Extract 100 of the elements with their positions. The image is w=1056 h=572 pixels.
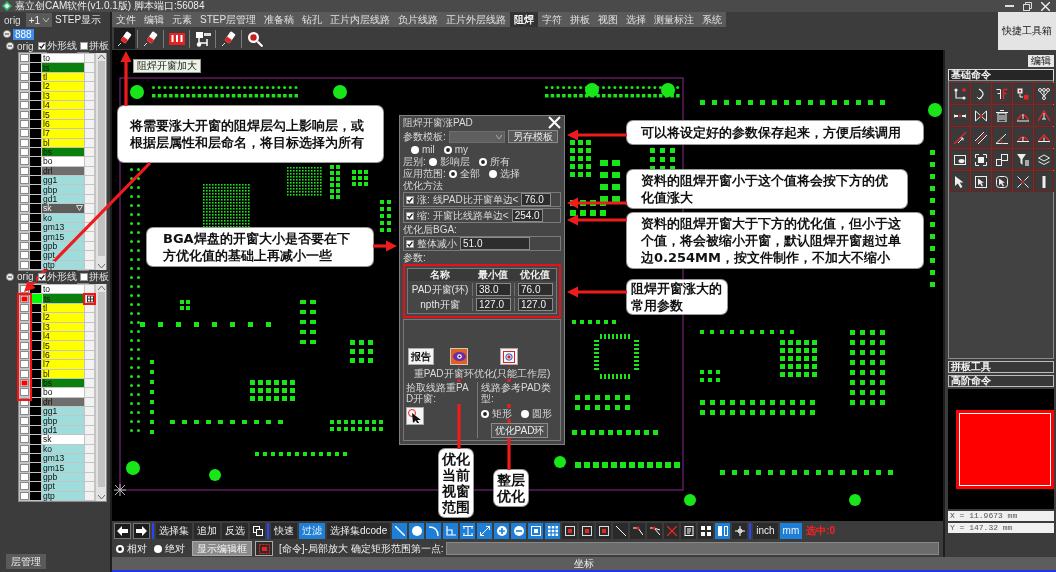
tool-button[interactable]: [579, 522, 595, 539]
tool-button[interactable]: [114, 28, 135, 49]
layer-checkbox[interactable]: [20, 482, 29, 491]
layer-cell[interactable]: l7: [42, 360, 84, 369]
command-button[interactable]: [971, 171, 991, 192]
menu-item[interactable]: 测量标注: [650, 12, 699, 27]
layer-cell[interactable]: ko: [42, 444, 84, 453]
layer-cell[interactable]: tl: [42, 72, 84, 82]
layer-checkbox[interactable]: [20, 379, 29, 388]
layer-checkbox[interactable]: [20, 251, 29, 260]
radio-button[interactable]: [478, 157, 487, 166]
checkbox[interactable]: [79, 273, 88, 281]
section-header[interactable]: 拼板工具: [948, 361, 1054, 373]
layer-cell[interactable]: gg1: [42, 176, 84, 185]
layer-checkbox[interactable]: [20, 232, 29, 241]
checkbox[interactable]: [406, 195, 414, 204]
layer-checkbox[interactable]: [20, 91, 29, 100]
command-button[interactable]: [992, 83, 1012, 104]
select-button[interactable]: 选择集: [156, 522, 192, 539]
tool-button[interactable]: [494, 522, 510, 539]
layer-checkbox[interactable]: [20, 119, 29, 128]
layer-cell[interactable]: bo: [42, 157, 84, 166]
checkbox[interactable]: [79, 42, 88, 50]
scroll-thumb[interactable]: [97, 292, 105, 487]
optimize-button[interactable]: 优化PAD环: [490, 423, 549, 438]
tool-button[interactable]: [460, 522, 476, 539]
command-field[interactable]: [446, 542, 939, 555]
layer-checkbox[interactable]: [20, 72, 29, 81]
layer-checkbox[interactable]: [20, 444, 29, 453]
layer-cell[interactable]: gd1: [42, 194, 84, 204]
layer-cell[interactable]: l6: [42, 119, 84, 129]
menu-item[interactable]: 系统: [698, 12, 727, 27]
tool-button[interactable]: [596, 522, 612, 539]
layer-checkbox[interactable]: [20, 185, 29, 194]
scroll-up-icon[interactable]: [97, 55, 105, 59]
layer-cell[interactable]: l3: [42, 91, 84, 100]
tool-button[interactable]: [681, 522, 697, 539]
layer-checkbox[interactable]: [20, 388, 29, 397]
target-button[interactable]: [500, 348, 518, 365]
tool-button[interactable]: [562, 522, 578, 539]
value-field[interactable]: 254.0: [511, 209, 543, 222]
layer-checkbox[interactable]: [20, 397, 29, 406]
layer-cell[interactable]: sk: [42, 435, 84, 444]
menu-item[interactable]: 拼板: [566, 12, 595, 27]
command-button[interactable]: [971, 149, 991, 170]
layer-checkbox[interactable]: [20, 360, 29, 369]
command-button[interactable]: [1013, 127, 1033, 148]
layer-cell[interactable]: gd1: [42, 425, 84, 435]
section-header[interactable]: 高阶命令: [948, 375, 1054, 387]
command-button[interactable]: [1034, 83, 1054, 104]
layer-checkbox[interactable]: [20, 157, 29, 166]
menu-item[interactable]: 负片线路: [394, 12, 443, 27]
checkbox[interactable]: [37, 273, 46, 281]
layer-checkbox[interactable]: [20, 260, 29, 269]
layer-cell[interactable]: l4: [42, 100, 84, 110]
command-button[interactable]: [1034, 127, 1054, 148]
edit-button[interactable]: 编辑: [1028, 55, 1054, 67]
layer-checkbox[interactable]: [20, 350, 29, 359]
layer-checkbox[interactable]: [20, 294, 29, 303]
layer-cell[interactable]: gm13: [42, 454, 84, 463]
layer-checkbox[interactable]: [20, 313, 29, 322]
layer-checkbox[interactable]: [20, 341, 29, 350]
layer-checkbox[interactable]: [20, 54, 29, 63]
layer-cell[interactable]: ko: [42, 213, 84, 223]
dropdown-caret-icon[interactable]: [76, 205, 83, 212]
layer-cell[interactable]: bl: [42, 369, 84, 378]
layer-checkbox[interactable]: [20, 407, 29, 416]
layer-checkbox[interactable]: [20, 129, 29, 138]
frame-button[interactable]: [255, 541, 273, 556]
forward-button[interactable]: [133, 522, 150, 539]
mode-button[interactable]: 选择集dcode: [327, 522, 391, 539]
tool-button[interactable]: [528, 522, 544, 539]
tree-node[interactable]: orig: [15, 271, 36, 283]
tool-button[interactable]: [477, 522, 493, 539]
tool-button[interactable]: [511, 522, 527, 539]
layer-checkbox[interactable]: [20, 303, 29, 312]
layer-cell[interactable]: sk: [42, 204, 84, 213]
checkbox[interactable]: [406, 239, 414, 248]
layer-cell[interactable]: to: [42, 54, 84, 63]
layer-cell[interactable]: tl: [42, 303, 84, 313]
value-field[interactable]: 127.0: [476, 298, 511, 311]
tool-button[interactable]: [426, 522, 442, 539]
layer-checkbox[interactable]: [20, 435, 29, 444]
layer-cell[interactable]: l5: [42, 110, 84, 119]
radio-button[interactable]: [154, 544, 162, 553]
menu-item[interactable]: 准备稿: [260, 12, 299, 27]
menu-item[interactable]: 选择: [622, 12, 651, 27]
layer-cell[interactable]: ts: [42, 63, 84, 72]
radio-button[interactable]: [428, 157, 437, 166]
section-header[interactable]: 基础命令: [948, 69, 1054, 81]
select-button[interactable]: 追加: [194, 522, 220, 539]
layer-cell[interactable]: bs: [42, 378, 84, 388]
value-field[interactable]: 76.0: [518, 283, 553, 296]
toolbox-button[interactable]: 快捷工具箱: [998, 12, 1056, 50]
command-button[interactable]: [950, 83, 970, 104]
tool-button[interactable]: [647, 522, 663, 539]
layer-cell[interactable]: l3: [42, 322, 84, 331]
layer-cell[interactable]: l2: [42, 313, 84, 322]
pick-button[interactable]: [406, 407, 424, 425]
command-button[interactable]: [1034, 149, 1054, 170]
